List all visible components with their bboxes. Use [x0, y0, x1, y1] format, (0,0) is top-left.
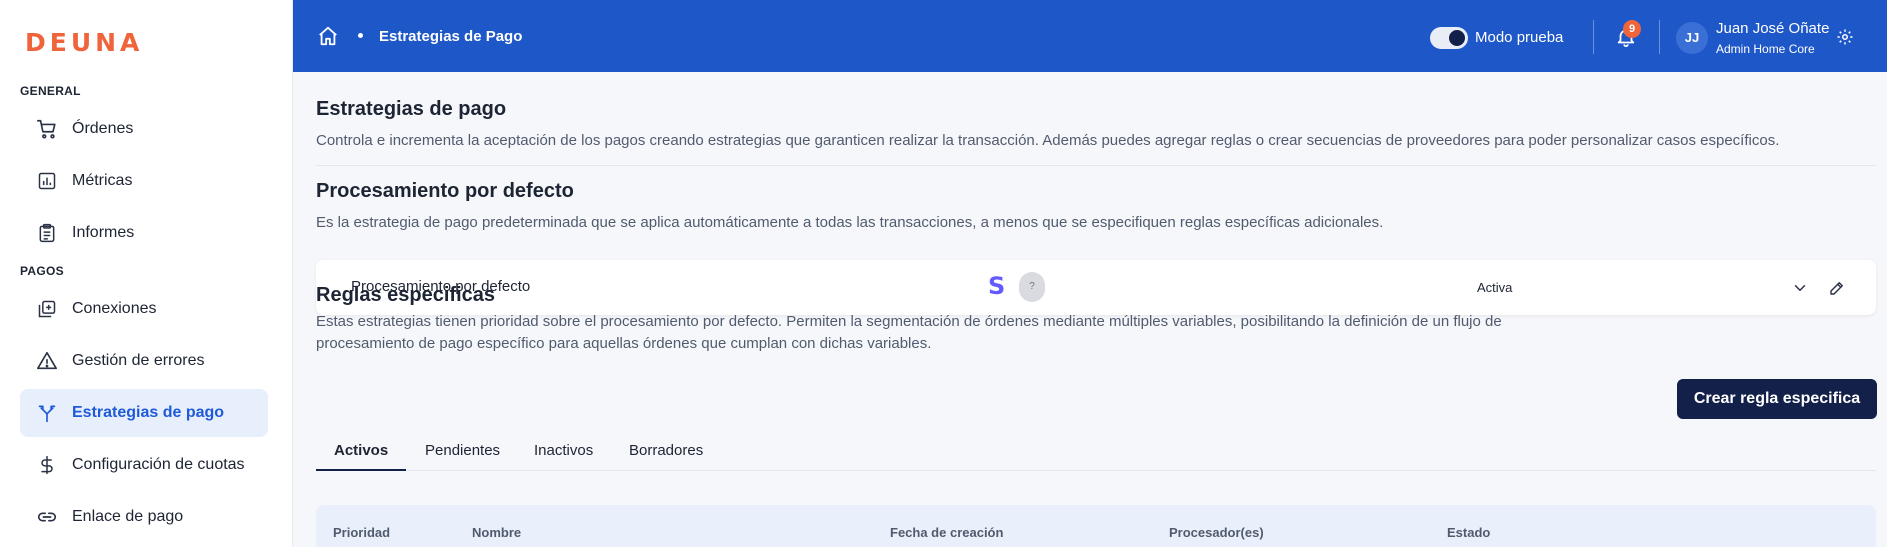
sidebar-item-metricas[interactable]: Métricas — [20, 157, 268, 205]
test-mode-label: Modo prueba — [1475, 29, 1564, 46]
column-header[interactable]: Nombre — [472, 525, 521, 540]
sidebar-item-label: Configuración de cuotas — [72, 456, 245, 473]
divider — [1593, 20, 1594, 54]
main-content: Estrategias de pago Controla e increment… — [293, 72, 1887, 547]
tab-activos[interactable]: Activos — [316, 442, 407, 471]
sidebar: DEUNA GENERAL Órdenes Métricas Informes … — [0, 0, 293, 547]
rules-description-line1: Estas estrategias tienen prioridad sobre… — [316, 313, 1502, 330]
stripe-logo-icon: S — [988, 272, 1006, 300]
tab-borradores[interactable]: Borradores — [611, 442, 721, 471]
sidebar-item-ordenes[interactable]: Órdenes — [20, 105, 268, 153]
default-section-title: Procesamiento por defecto — [316, 180, 574, 202]
sidebar-item-estrategias-pago[interactable]: Estrategias de pago — [20, 389, 268, 437]
sidebar-item-informes[interactable]: Informes — [20, 209, 268, 257]
section-label-general: GENERAL — [20, 84, 81, 98]
sidebar-item-label: Gestión de errores — [72, 352, 205, 369]
rules-tabs: Activos Pendientes Inactivos Borradores — [316, 434, 1876, 471]
tab-inactivos[interactable]: Inactivos — [516, 442, 611, 471]
warning-icon — [36, 350, 58, 372]
section-label-pagos: PAGOS — [20, 264, 64, 278]
tab-pendientes[interactable]: Pendientes — [407, 442, 518, 471]
link-icon — [36, 506, 58, 528]
dollar-icon — [36, 454, 58, 476]
sidebar-item-label: Estrategias de pago — [72, 404, 225, 421]
chart-icon — [36, 170, 58, 192]
sidebar-item-label: Métricas — [72, 172, 133, 189]
user-role: Admin Home Core — [1716, 42, 1815, 56]
sidebar-item-enlace-pago[interactable]: Enlace de pago — [20, 493, 268, 541]
cart-icon — [36, 118, 58, 140]
default-strategy-card[interactable]: Procesamiento por defecto S ? Activa — [316, 260, 1876, 315]
deuna-logo[interactable]: DEUNA — [25, 28, 143, 57]
unknown-processor-icon: ? — [1019, 272, 1045, 302]
rules-table-header: Prioridad Nombre Fecha de creación Proce… — [316, 505, 1876, 547]
fork-icon — [36, 402, 58, 424]
sidebar-item-label: Enlace de pago — [72, 508, 184, 525]
rules-description-line2: procesamiento de pago específico para aq… — [316, 335, 932, 352]
top-bar: Estrategias de Pago Modo prueba 9 JJ Jua… — [293, 0, 1887, 72]
rules-section-title: Reglas especificas — [316, 284, 495, 306]
toggle-knob — [1449, 30, 1465, 46]
divider — [1659, 20, 1660, 54]
page-description: Controla e incrementa la aceptación de l… — [316, 132, 1780, 149]
page-title: Estrategias de pago — [316, 98, 507, 120]
clipboard-icon — [36, 222, 58, 244]
sidebar-item-label: Órdenes — [72, 120, 134, 137]
status-badge: Activa — [1477, 280, 1513, 295]
breadcrumb-separator — [358, 33, 363, 38]
column-header[interactable]: Prioridad — [333, 525, 390, 540]
gear-icon[interactable] — [1836, 28, 1854, 46]
user-name: Juan José Oñate — [1716, 20, 1830, 37]
column-header[interactable]: Fecha de creación — [890, 525, 1003, 540]
sidebar-item-label: Informes — [72, 224, 135, 241]
notification-badge: 9 — [1623, 20, 1641, 38]
edit-icon[interactable] — [1828, 279, 1846, 297]
breadcrumb-title: Estrategias de Pago — [379, 28, 523, 45]
divider — [316, 165, 1876, 166]
column-header[interactable]: Procesador(es) — [1169, 525, 1264, 540]
column-header[interactable]: Estado — [1447, 525, 1490, 540]
sidebar-item-gestion-errores[interactable]: Gestión de errores — [20, 337, 268, 385]
sidebar-item-configuracion-cuotas[interactable]: Configuración de cuotas — [20, 441, 268, 489]
sidebar-item-label: Conexiones — [72, 300, 157, 317]
test-mode-toggle[interactable] — [1430, 27, 1468, 49]
connections-icon — [36, 298, 58, 320]
sidebar-item-conexiones[interactable]: Conexiones — [20, 285, 268, 333]
home-icon[interactable] — [317, 25, 339, 47]
avatar[interactable]: JJ — [1676, 22, 1708, 54]
default-section-description: Es la estrategia de pago predeterminada … — [316, 214, 1384, 231]
create-rule-button[interactable]: Crear regla especifica — [1677, 379, 1877, 419]
chevron-down-icon[interactable] — [1791, 279, 1809, 297]
